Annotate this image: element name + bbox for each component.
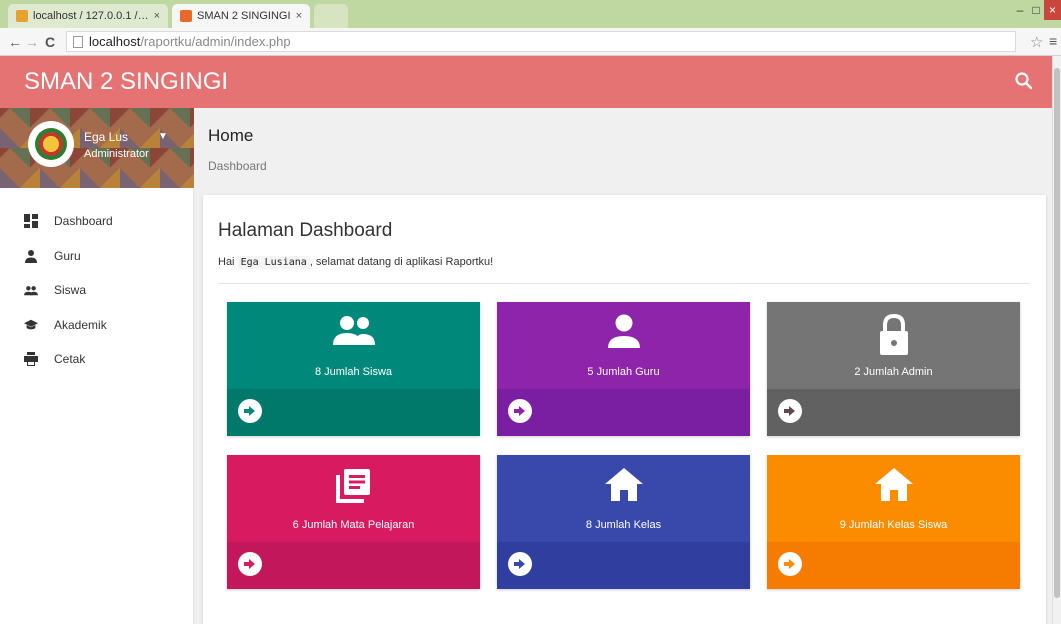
- stat-box-kelas: 8 Jumlah Kelas: [497, 455, 750, 589]
- sidebar-item-label: Cetak: [54, 352, 86, 367]
- school-icon: [24, 318, 38, 332]
- scrollbar-thumb[interactable]: [1054, 68, 1060, 598]
- url-input[interactable]: localhost/raportku/admin/index.php: [66, 31, 1016, 52]
- breadcrumb[interactable]: Dashboard: [208, 159, 267, 173]
- greeting-text: Hai Ega Lusiana, selamat datang di aplik…: [218, 256, 494, 269]
- browser-tab-bar: localhost / 127.0.0.1 / rapo × SMAN 2 SI…: [0, 0, 1061, 28]
- forward-arrow-icon[interactable]: →: [25, 34, 39, 50]
- page-title: Home: [208, 126, 254, 145]
- stat-box-footer: [497, 389, 750, 436]
- profile-role: Administrator: [84, 148, 149, 160]
- dashboard-icon: [24, 214, 38, 229]
- sidebar-menu: Dashboard Guru Siswa Akademik Cetak: [0, 204, 194, 377]
- arrow-right-circle-icon[interactable]: [238, 399, 262, 423]
- stat-box-footer: [767, 389, 1020, 436]
- stat-box-admin: 2 Jumlah Admin: [767, 302, 1020, 436]
- home-icon: [497, 467, 750, 501]
- stat-box-mata-pelajaran: 6 Jumlah Mata Pelajaran: [227, 455, 480, 589]
- app-title[interactable]: SMAN 2 SINGINGI: [24, 68, 228, 96]
- stat-box-siswa: 8 Jumlah Siswa: [227, 302, 480, 436]
- sidebar-item-dashboard[interactable]: Dashboard: [0, 204, 194, 239]
- profile-name[interactable]: Ega Lus: [84, 130, 128, 144]
- card-title: Halaman Dashboard: [218, 220, 393, 241]
- page-header: Home: [208, 126, 253, 146]
- site-favicon-icon: [180, 10, 192, 22]
- reload-icon[interactable]: C: [45, 34, 55, 50]
- caret-down-icon[interactable]: ▼: [158, 131, 168, 142]
- stat-label: 5 Jumlah Guru: [587, 366, 660, 378]
- sidebar-item-label: Guru: [54, 248, 81, 263]
- window-minimize-button[interactable]: –: [1012, 0, 1028, 20]
- url-host: localhost: [89, 34, 141, 49]
- arrow-right-circle-icon[interactable]: [508, 399, 532, 423]
- phpmyadmin-favicon-icon: [16, 10, 28, 22]
- new-tab-button[interactable]: [314, 4, 348, 28]
- sidebar: Ega Lus Administrator ▼ Dashboard Guru S…: [0, 108, 194, 624]
- stat-box-footer: [497, 542, 750, 589]
- tab-title: SMAN 2 SINGINGI: [197, 10, 291, 22]
- window-maximize-button[interactable]: □: [1028, 0, 1044, 20]
- stat-label: 9 Jumlah Kelas Siswa: [839, 519, 948, 531]
- stat-box-footer: [767, 542, 1020, 589]
- app-header: SMAN 2 SINGINGI: [0, 56, 1052, 108]
- tab-close-icon[interactable]: ×: [154, 10, 160, 22]
- bookmark-star-icon[interactable]: ☆: [1030, 33, 1043, 51]
- arrow-right-circle-icon[interactable]: [778, 552, 802, 576]
- people-icon: [24, 283, 38, 297]
- stat-label: 8 Jumlah Siswa: [314, 366, 393, 378]
- arrow-right-circle-icon[interactable]: [508, 552, 532, 576]
- address-bar: ← → C localhost/raportku/admin/index.php…: [0, 28, 1061, 56]
- stat-box-footer: [227, 389, 480, 436]
- stat-box-footer: [227, 542, 480, 589]
- back-arrow-icon[interactable]: ←: [8, 34, 22, 50]
- person-icon: [497, 314, 750, 348]
- sidebar-item-guru[interactable]: Guru: [0, 239, 194, 274]
- stat-label: 8 Jumlah Kelas: [585, 519, 662, 531]
- stat-box-kelas-siswa: 9 Jumlah Kelas Siswa: [767, 455, 1020, 589]
- search-icon[interactable]: [1012, 69, 1036, 93]
- arrow-right-circle-icon[interactable]: [778, 399, 802, 423]
- divider: [218, 283, 1030, 284]
- sidebar-item-label: Akademik: [54, 317, 107, 332]
- url-path: /raportku/admin/index.php: [140, 34, 291, 49]
- greeting-prefix: Hai: [218, 256, 238, 268]
- library-books-icon: [227, 467, 480, 503]
- stat-label: 6 Jumlah Mata Pelajaran: [292, 519, 415, 531]
- sidebar-item-label: Siswa: [54, 283, 87, 298]
- page-scrollbar[interactable]: [1052, 56, 1061, 624]
- stat-box-guru: 5 Jumlah Guru: [497, 302, 750, 436]
- page-icon: [73, 35, 83, 48]
- user-profile: Ega Lus Administrator ▼: [0, 108, 194, 188]
- tab-title: localhost / 127.0.0.1 / rapo: [33, 10, 150, 22]
- people-icon: [227, 314, 480, 346]
- browser-menu-icon[interactable]: ≡: [1049, 33, 1057, 49]
- avatar: [28, 121, 74, 167]
- browser-tab-sman[interactable]: SMAN 2 SINGINGI ×: [172, 4, 310, 28]
- greeting-username: Ega Lusiana: [237, 256, 310, 269]
- window-close-button[interactable]: ×: [1044, 0, 1061, 20]
- person-icon: [24, 249, 38, 263]
- arrow-right-circle-icon[interactable]: [238, 552, 262, 576]
- home-icon: [767, 467, 1020, 501]
- greeting-suffix: , selamat datang di aplikasi Raportku!: [309, 256, 494, 268]
- lock-icon: [767, 314, 1020, 356]
- stat-label: 2 Jumlah Admin: [854, 366, 933, 378]
- browser-tab-phpmyadmin[interactable]: localhost / 127.0.0.1 / rapo ×: [8, 4, 168, 28]
- sidebar-item-label: Dashboard: [54, 214, 113, 229]
- school-logo-icon: [35, 128, 67, 160]
- sidebar-item-cetak[interactable]: Cetak: [0, 342, 194, 377]
- tab-close-icon[interactable]: ×: [296, 10, 302, 22]
- sidebar-item-akademik[interactable]: Akademik: [0, 308, 194, 343]
- sidebar-item-siswa[interactable]: Siswa: [0, 273, 194, 308]
- print-icon: [24, 352, 38, 367]
